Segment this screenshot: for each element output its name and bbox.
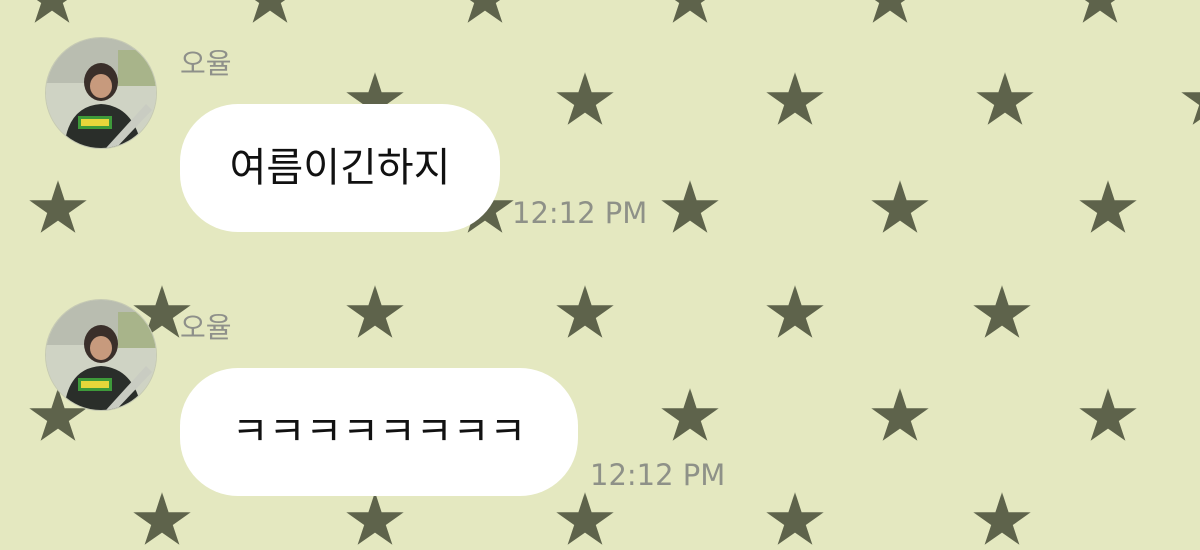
message-bubble[interactable]: 여름이긴하지 (180, 104, 500, 232)
sender-name: 오율 (180, 311, 232, 344)
chat-message: 오율 ㅋㅋㅋㅋㅋㅋㅋㅋ 12:12 PM (0, 270, 1200, 540)
profile-photo-icon (46, 300, 156, 410)
sender-name: 오율 (180, 47, 232, 80)
sender-avatar[interactable] (45, 37, 157, 149)
sender-avatar[interactable] (45, 299, 157, 411)
message-timestamp: 12:12 PM (590, 458, 726, 492)
profile-photo-icon (46, 38, 156, 148)
message-bubble[interactable]: ㅋㅋㅋㅋㅋㅋㅋㅋ (180, 368, 578, 496)
chat-message: 오율 여름이긴하지 12:12 PM (0, 0, 1200, 270)
message-timestamp: 12:12 PM (512, 196, 648, 230)
